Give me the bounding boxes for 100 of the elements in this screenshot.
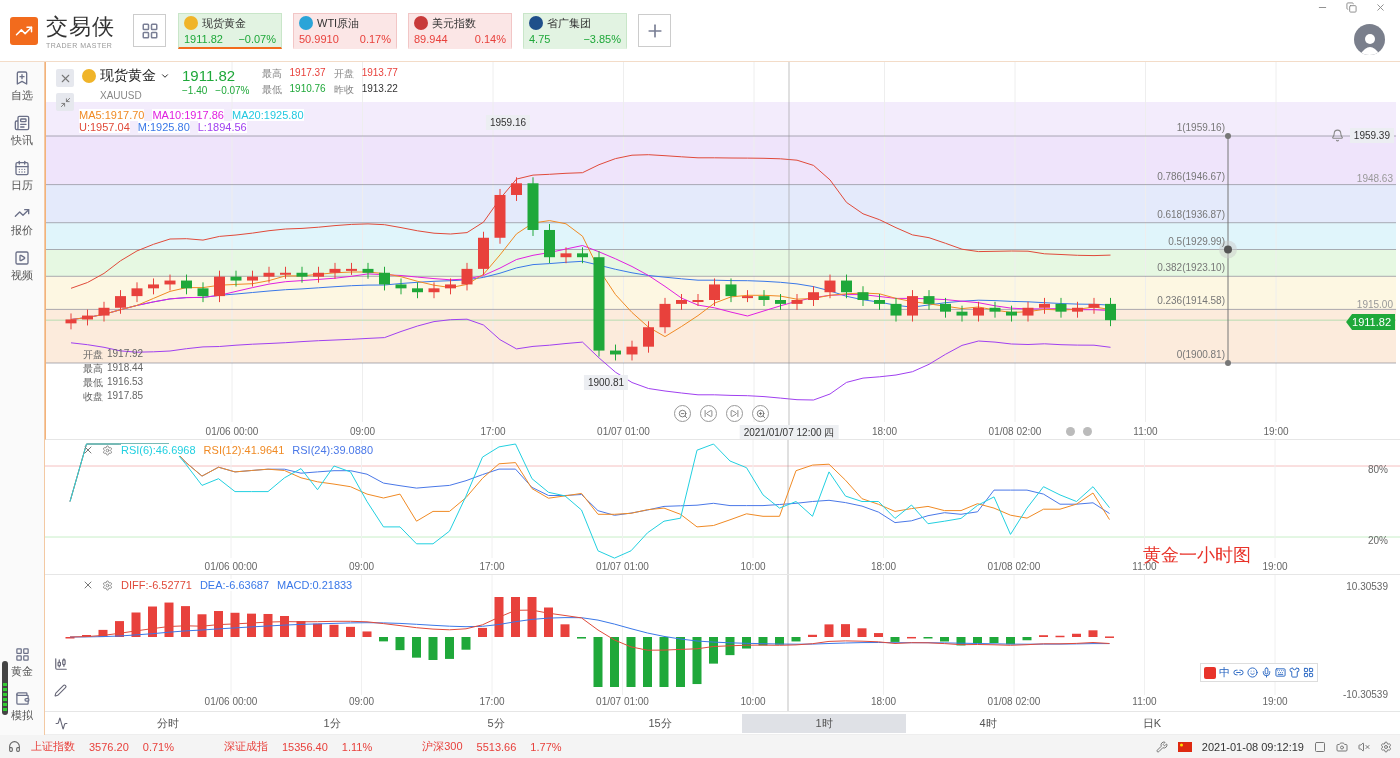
- fibonacci-level-label: 1(1959.16): [1176, 122, 1225, 133]
- histogram-bar: [874, 633, 883, 637]
- period-tab[interactable]: 15分: [578, 713, 742, 733]
- histogram-bar: [1072, 633, 1081, 637]
- stat-label: 最低: [261, 83, 282, 97]
- axis-label: 01/08 02:00: [987, 696, 1041, 707]
- fibonacci-level-label: 0.382(1923.10): [1157, 262, 1225, 274]
- axis-label: 11:00: [1133, 426, 1158, 437]
- datetime: 2021-01-08 09:12:19: [1201, 740, 1304, 753]
- period-tab[interactable]: 4时: [906, 713, 1070, 733]
- caret-icon[interactable]: [160, 71, 170, 81]
- axis-label: 10:00: [740, 561, 766, 572]
- percent-change: −0.07%: [215, 85, 250, 96]
- histogram-bar: [247, 613, 256, 637]
- stat-value: 1913.77: [361, 67, 398, 80]
- axis-label: 09:00: [350, 426, 375, 437]
- previous-button[interactable]: [700, 405, 717, 422]
- histogram-bar: [445, 637, 454, 659]
- index-name: 上证指数: [31, 739, 75, 754]
- axis-label: 01/07 01:00: [596, 696, 649, 707]
- axis-label: 01/07 01:00: [597, 426, 650, 437]
- grid-icon[interactable]: [1303, 667, 1314, 678]
- index-name: 深证成指: [223, 739, 268, 754]
- grid-button[interactable]: [133, 14, 166, 47]
- histogram-bar: [164, 602, 174, 637]
- indicator-icon[interactable]: [55, 716, 68, 730]
- bell-icon[interactable]: [1330, 129, 1344, 142]
- wallet-icon: [14, 691, 30, 706]
- settings-icon[interactable]: [102, 444, 113, 456]
- indicator-value: MA20:1925.80: [232, 109, 304, 121]
- histogram-bar: [824, 624, 834, 637]
- keyboard-icon[interactable]: [1275, 667, 1286, 678]
- histogram-bar: [1006, 637, 1015, 645]
- histogram-bar: [181, 606, 190, 637]
- period-tab[interactable]: 日K: [1070, 713, 1234, 733]
- histogram-bar: [857, 628, 867, 637]
- microphone-icon[interactable]: [1261, 667, 1272, 678]
- symbol-name: 现货黄金: [100, 67, 156, 85]
- window-icon[interactable]: [1314, 740, 1326, 753]
- sidebar-item[interactable]: 快讯: [11, 115, 33, 148]
- wrench-icon[interactable]: [1155, 740, 1168, 753]
- ticker-card[interactable]: 省广集团 4.75 −3.85%: [523, 12, 627, 49]
- histogram-bar: [1022, 637, 1032, 641]
- ticker-card[interactable]: WTI原油 50.9910 0.17%: [293, 12, 397, 49]
- ticker-price: 1911.82: [184, 32, 223, 45]
- zoom-out-button[interactable]: [674, 405, 691, 422]
- ticker-name: 现货黄金: [202, 15, 247, 31]
- period-tab[interactable]: 1分: [250, 713, 414, 733]
- sidebar-item[interactable]: 日历: [11, 160, 33, 193]
- smile-icon[interactable]: [1247, 667, 1258, 678]
- scroll-dot-icon[interactable]: [1066, 427, 1075, 436]
- next-button[interactable]: [726, 405, 743, 422]
- input-method-toolbar[interactable]: 中: [1200, 663, 1318, 682]
- logo-icon: [10, 16, 38, 45]
- avatar[interactable]: [1354, 24, 1385, 55]
- ticker-name: 美元指数: [432, 15, 477, 31]
- pen-icon[interactable]: [54, 684, 67, 697]
- histogram-bar: [956, 637, 966, 646]
- ticker-change: −0.07%: [238, 32, 276, 45]
- ticker-card[interactable]: 现货黄金 1911.82 −0.07%: [178, 12, 282, 49]
- close-button[interactable]: [56, 69, 74, 87]
- mute-icon[interactable]: [1358, 740, 1370, 753]
- close-icon[interactable]: [82, 444, 94, 456]
- histogram-bar: [709, 637, 718, 664]
- settings-icon[interactable]: [102, 579, 113, 591]
- period-tab[interactable]: 5分: [414, 713, 578, 733]
- sidebar-item[interactable]: 模拟: [11, 691, 33, 723]
- sidebar-item[interactable]: 自选: [11, 70, 33, 103]
- histogram-bar: [329, 624, 339, 637]
- sidebar-item[interactable]: 视频: [11, 250, 33, 283]
- histogram-bar: [659, 637, 669, 687]
- add-button[interactable]: [638, 14, 671, 47]
- zoom-in-button[interactable]: [752, 405, 769, 422]
- camera-icon[interactable]: [1336, 740, 1348, 753]
- sidebar-item[interactable]: 报价: [11, 205, 33, 238]
- candlestick-icon[interactable]: [54, 657, 68, 671]
- low-price-label: 1900.81: [583, 375, 629, 390]
- sidebar-item[interactable]: 黄金: [11, 647, 33, 679]
- shirt-icon[interactable]: [1289, 667, 1300, 678]
- close-icon[interactable]: [82, 579, 94, 591]
- index-value: 3576.20: [89, 740, 129, 753]
- period-tab[interactable]: 1时: [742, 713, 906, 733]
- scroll-dot-icon[interactable]: [1083, 427, 1092, 436]
- index-name: 沪深300: [422, 739, 463, 754]
- histogram-bar: [725, 637, 735, 656]
- shrink-button[interactable]: [56, 93, 74, 111]
- ticker-name: WTI原油: [317, 15, 361, 31]
- histogram-bar: [296, 621, 306, 637]
- period-tab[interactable]: 分时: [86, 713, 250, 733]
- close-icon[interactable]: [1375, 2, 1386, 13]
- histogram-bar: [313, 623, 322, 637]
- ticker-change: 0.17%: [359, 32, 391, 45]
- index-value: 5513.66: [476, 740, 517, 753]
- input-mode-label[interactable]: 中: [1219, 665, 1230, 680]
- link-icon[interactable]: [1233, 667, 1244, 678]
- ticker-card[interactable]: 美元指数 89.944 0.14%: [408, 12, 512, 49]
- restore-icon[interactable]: [1346, 2, 1357, 13]
- settings-icon[interactable]: [1380, 740, 1392, 753]
- ticker-price: 50.9910: [299, 32, 339, 45]
- headset-icon[interactable]: [8, 740, 21, 753]
